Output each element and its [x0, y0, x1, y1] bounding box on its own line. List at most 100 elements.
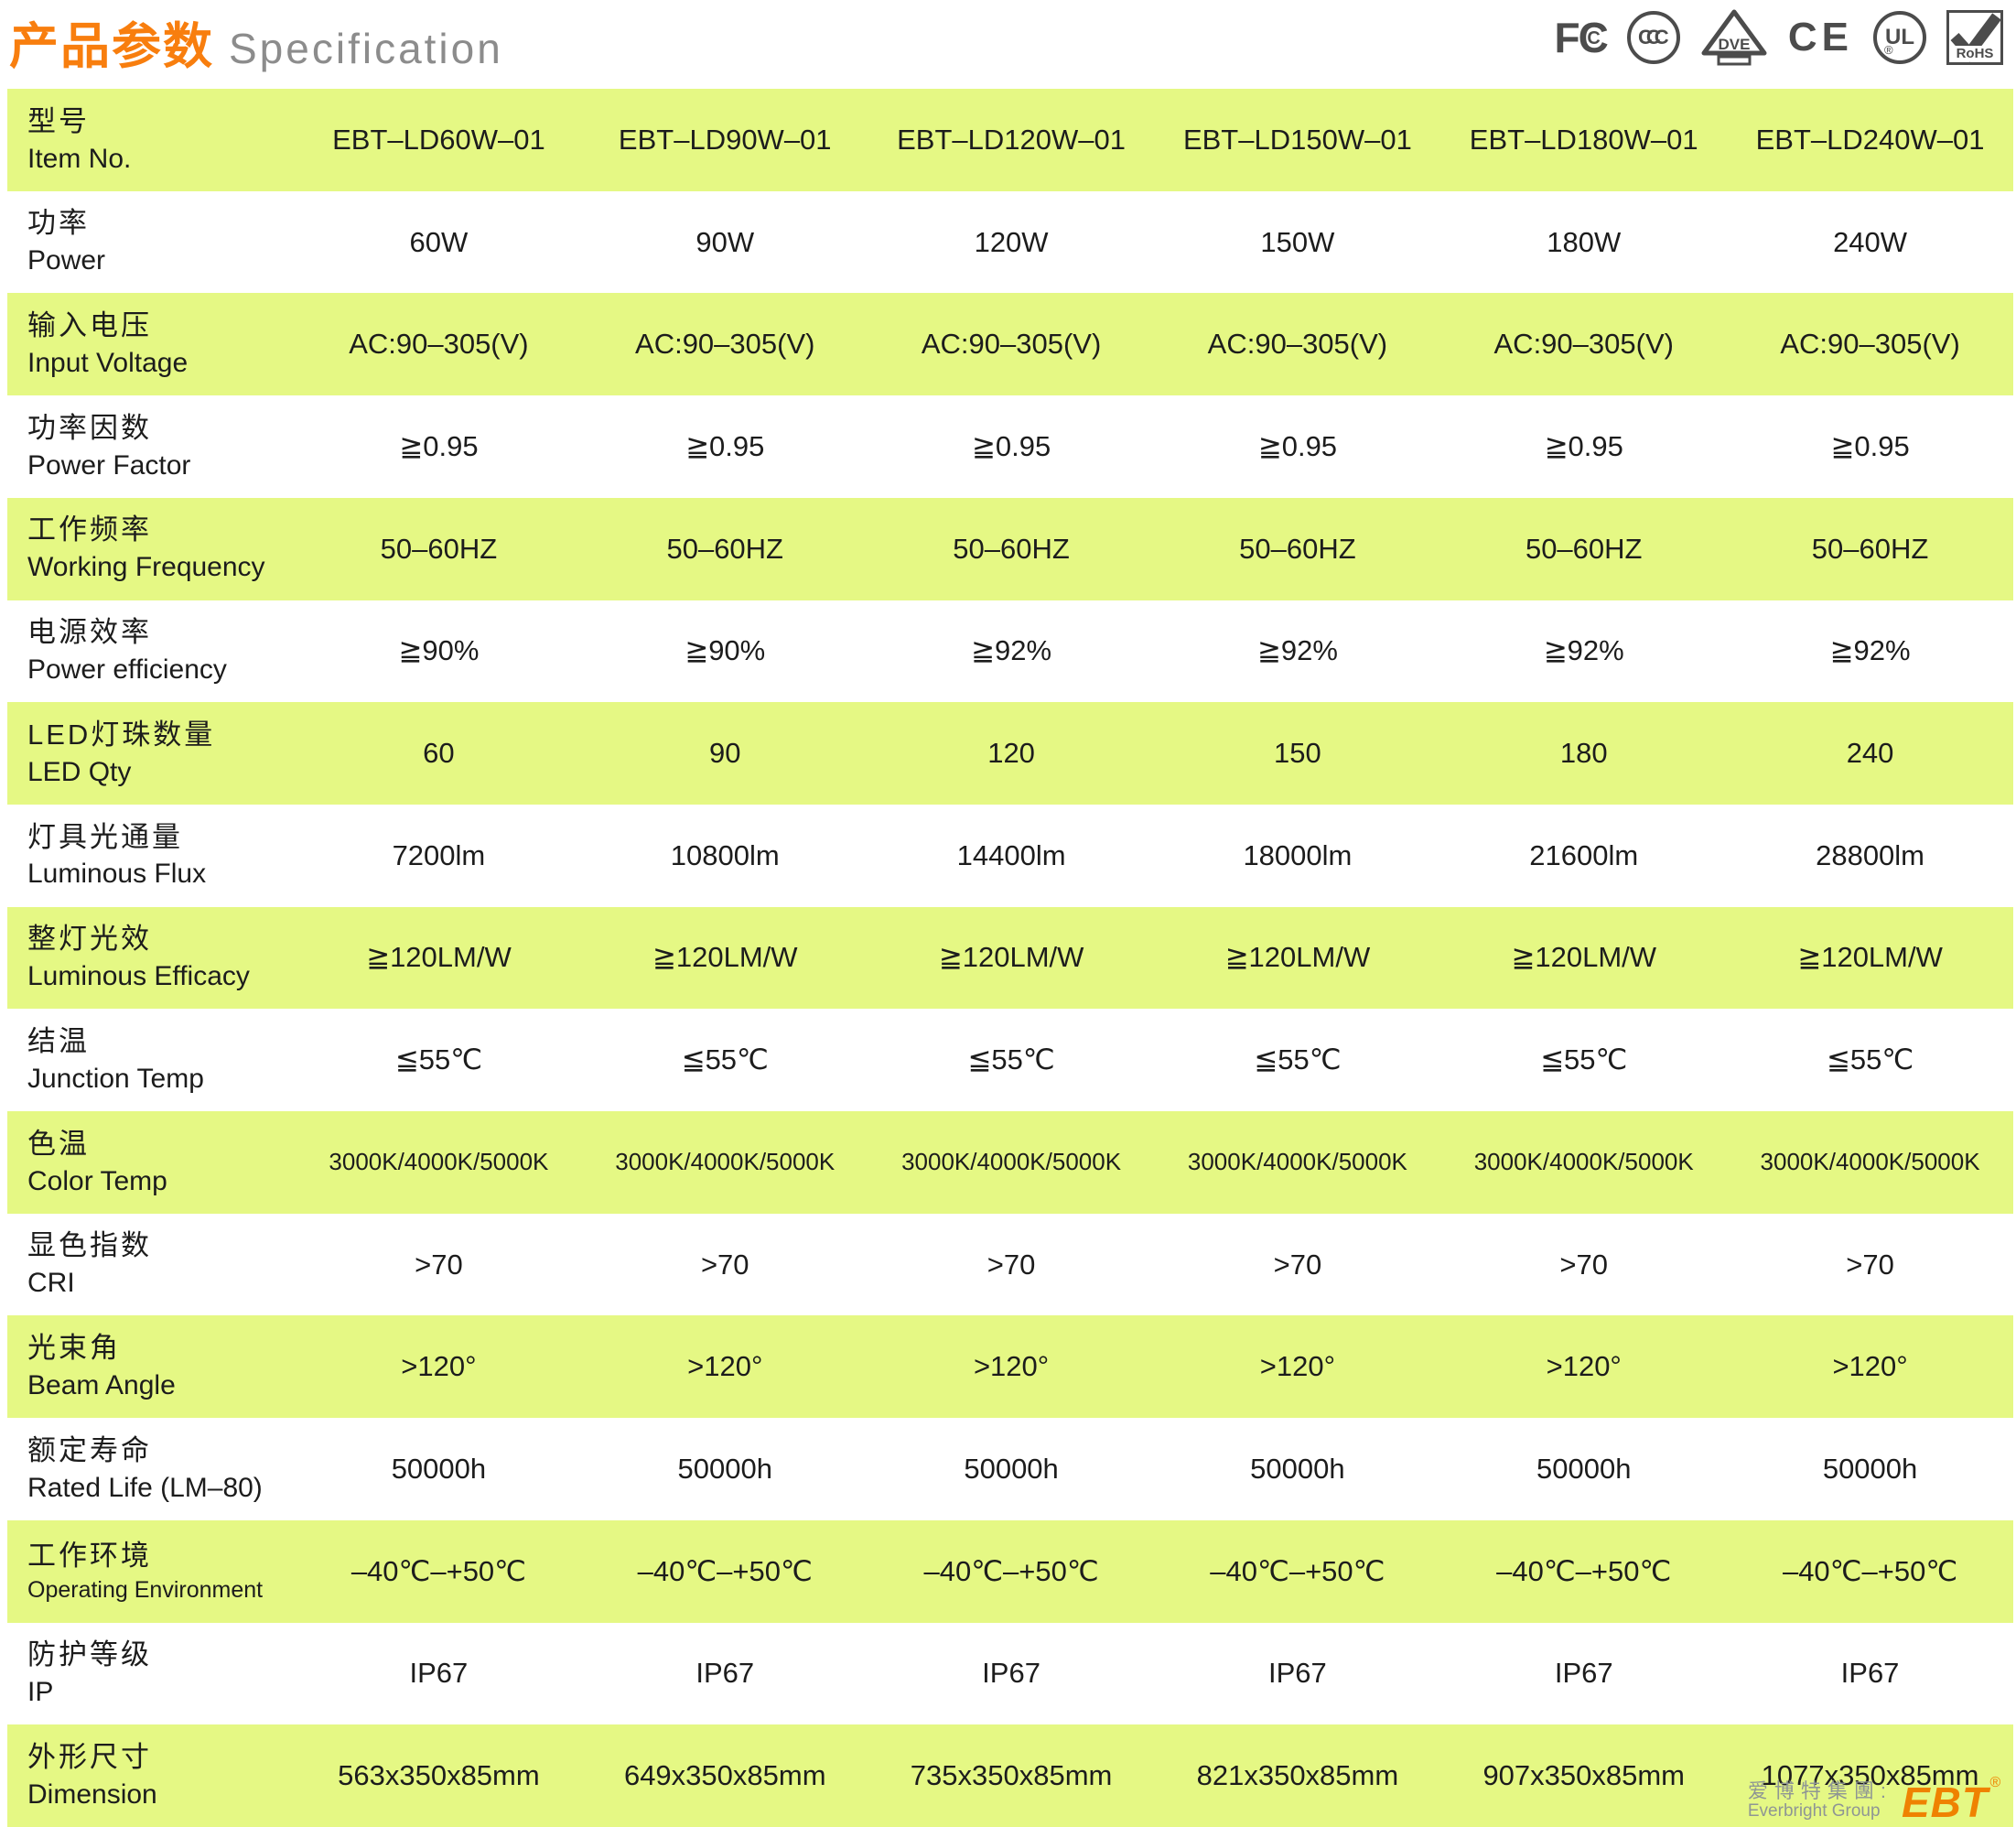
ul-registered-mark: ® [1884, 43, 1893, 57]
value-cell: 14400lm [868, 839, 1155, 872]
value-cell: >120° [1154, 1350, 1440, 1383]
value-cell: EBT–LD120W–01 [868, 124, 1155, 157]
value-cell: 90 [582, 737, 868, 770]
ul-icon: UL ® [1873, 11, 1926, 64]
value-cell: 50000h [296, 1453, 582, 1486]
row-label: 显色指数CRI [7, 1227, 296, 1302]
value-cell: >70 [296, 1249, 582, 1281]
row-label-en: LED Qty [27, 754, 296, 792]
value-cell: 7200lm [296, 839, 582, 872]
row-label-en: Beam Angle [27, 1368, 296, 1405]
row-label: 电源效率Power efficiency [7, 613, 296, 688]
row-label: 灯具光通量Luminous Flux [7, 818, 296, 893]
rohs-label: RoHS [1949, 46, 2000, 61]
value-cell: 50–60HZ [1440, 533, 1727, 566]
row-label: 功率Power [7, 204, 296, 279]
row-label-en: Operating Environment [27, 1575, 296, 1606]
value-cell: –40℃–+50℃ [296, 1555, 582, 1588]
row-label-cn: 功率因数 [27, 409, 296, 448]
vde-triangle: DVE [1700, 9, 1768, 66]
value-cell: 240W [1727, 226, 2013, 259]
value-cell: 3000K/4000K/5000K [868, 1148, 1155, 1176]
value-cell: AC:90–305(V) [1727, 328, 2013, 361]
rohs-icon: RoHS [1946, 10, 2003, 65]
value-cell: 60W [296, 226, 582, 259]
value-cell: 735x350x85mm [868, 1759, 1155, 1792]
value-cell: ≧92% [1154, 634, 1440, 667]
table-row: 输入电压Input VoltageAC:90–305(V)AC:90–305(V… [7, 293, 2013, 395]
value-cell: EBT–LD60W–01 [296, 124, 582, 157]
value-cell: 150W [1154, 226, 1440, 259]
value-cell: >70 [868, 1249, 1155, 1281]
value-cell: 563x350x85mm [296, 1759, 582, 1792]
row-label-en: Power Factor [27, 448, 296, 485]
table-row: 整灯光效Luminous Efficacy≧120LM/W≧120LM/W≧12… [7, 907, 2013, 1010]
value-cell: 240 [1727, 737, 2013, 770]
value-cell: –40℃–+50℃ [868, 1555, 1155, 1588]
row-label-cn: 功率 [27, 204, 296, 243]
row-label-en: Dimension [27, 1777, 296, 1814]
table-row: 功率因数Power Factor≧0.95≧0.95≧0.95≧0.95≧0.9… [7, 395, 2013, 498]
row-label-cn: 灯具光通量 [27, 818, 296, 857]
value-cell: IP67 [1154, 1657, 1440, 1690]
row-label-en: Luminous Flux [27, 856, 296, 893]
spec-sheet: 产品参数 Specification FC C CCC DVE CE [0, 0, 2016, 1827]
value-cell: 180W [1440, 226, 1727, 259]
value-cell: 3000K/4000K/5000K [582, 1148, 868, 1176]
value-cell: >70 [582, 1249, 868, 1281]
page-title-en: Specification [229, 24, 503, 73]
table-row: 色温Color Temp3000K/4000K/5000K3000K/4000K… [7, 1111, 2013, 1214]
value-cell: IP67 [1727, 1657, 2013, 1690]
fcc-letter-f: F [1555, 13, 1579, 62]
row-label-en: Color Temp [27, 1163, 296, 1201]
table-row: 防护等级IPIP67IP67IP67IP67IP67IP67 [7, 1623, 2013, 1725]
value-cell: ≧120LM/W [1440, 941, 1727, 974]
value-cell: EBT–LD90W–01 [582, 124, 868, 157]
value-cell: >120° [582, 1350, 868, 1383]
value-cell: ≦55℃ [868, 1043, 1155, 1076]
table-row: 型号Item No.EBT–LD60W–01EBT–LD90W–01EBT–LD… [7, 89, 2013, 191]
row-label-en: Item No. [27, 141, 296, 178]
brand-logo: EBT ® [1902, 1784, 2001, 1822]
value-cell: ≧92% [1440, 634, 1727, 667]
value-cell: >70 [1154, 1249, 1440, 1281]
value-cell: 907x350x85mm [1440, 1759, 1727, 1792]
table-row: 功率Power60W90W120W150W180W240W [7, 191, 2013, 294]
company-logo: 爱博特集團: Everbright Group EBT ® [1748, 1780, 2001, 1822]
value-cell: 120W [868, 226, 1155, 259]
value-cell: –40℃–+50℃ [582, 1555, 868, 1588]
value-cell: ≦55℃ [1727, 1043, 2013, 1076]
value-cell: >70 [1727, 1249, 2013, 1281]
value-cell: 50000h [1727, 1453, 2013, 1486]
value-cell: ≧90% [296, 634, 582, 667]
value-cell: 50–60HZ [1154, 533, 1440, 566]
table-row: 工作环境Operating Environment–40℃–+50℃–40℃–+… [7, 1520, 2013, 1623]
value-cell: ≧120LM/W [582, 941, 868, 974]
value-cell: 3000K/4000K/5000K [1154, 1148, 1440, 1176]
value-cell: EBT–LD180W–01 [1440, 124, 1727, 157]
value-cell: ≧90% [582, 634, 868, 667]
company-name-cn: 爱博特集團: [1748, 1780, 1892, 1802]
row-label-en: Rated Life (LM–80) [27, 1470, 296, 1508]
row-label-en: CRI [27, 1265, 296, 1303]
value-cell: ≧92% [1727, 634, 2013, 667]
ce-icon: CE [1788, 11, 1853, 64]
value-cell: >120° [296, 1350, 582, 1383]
table-row: 光束角Beam Angle>120°>120°>120°>120°>120°>1… [7, 1315, 2013, 1418]
ce-letters: CE [1788, 15, 1853, 60]
value-cell: 821x350x85mm [1154, 1759, 1440, 1792]
value-cell: ≧0.95 [1727, 430, 2013, 463]
value-cell: EBT–LD240W–01 [1727, 124, 2013, 157]
value-cell: IP67 [1440, 1657, 1727, 1690]
value-cell: 50–60HZ [296, 533, 582, 566]
row-label-en: Working Frequency [27, 549, 296, 587]
row-label-cn: 工作环境 [27, 1537, 296, 1575]
value-cell: ≧92% [868, 634, 1155, 667]
row-label-en: Input Voltage [27, 345, 296, 383]
row-label-cn: 外形尺寸 [27, 1738, 296, 1777]
company-name-en: Everbright Group [1748, 1802, 1892, 1822]
value-cell: IP67 [582, 1657, 868, 1690]
value-cell: –40℃–+50℃ [1154, 1555, 1440, 1588]
header: 产品参数 Specification FC C CCC DVE CE [0, 0, 2016, 89]
row-label-cn: 光束角 [27, 1329, 296, 1368]
